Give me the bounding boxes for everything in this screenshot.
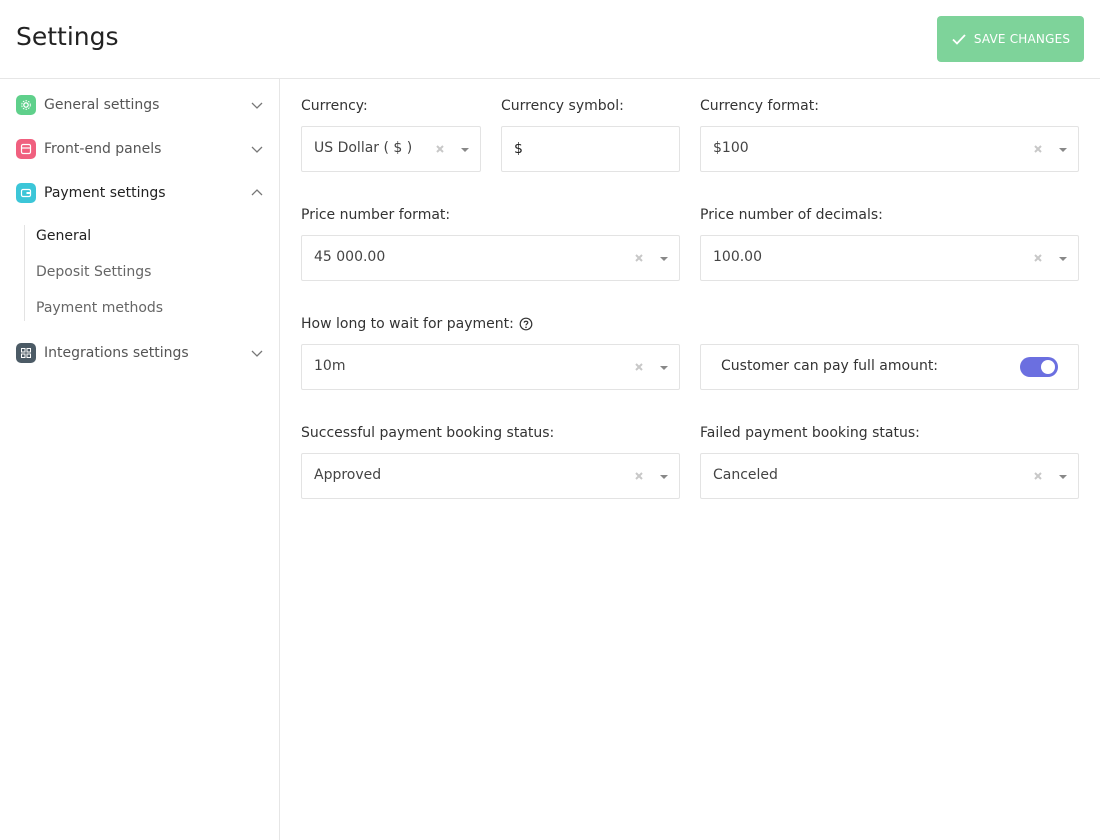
success-status-label: Successful payment booking status: [301, 425, 555, 441]
price-decimals-label: Price number of decimals: [700, 207, 883, 223]
caret-down-icon [461, 148, 469, 152]
success-status-value: Approved [314, 467, 382, 483]
clear-icon[interactable] [1032, 143, 1044, 155]
currency-select[interactable]: US Dollar ( $ ) [301, 126, 481, 172]
clear-icon[interactable] [1032, 252, 1044, 264]
sidebar-item-payment-settings[interactable]: Payment settings [16, 181, 264, 205]
check-icon [952, 34, 966, 45]
toggle-knob [1041, 360, 1055, 374]
chevron-down-icon [251, 102, 263, 109]
price-number-format-select[interactable]: 45 000.00 [301, 235, 680, 281]
currency-format-select[interactable]: $100 [700, 126, 1079, 172]
price-number-format-value: 45 000.00 [314, 249, 386, 265]
header: Settings SAVE CHANGES [0, 0, 1100, 79]
sidebar-item-label: Payment settings [44, 185, 166, 201]
caret-down-icon [1059, 257, 1067, 261]
currency-format-label: Currency format: [700, 98, 819, 114]
chevron-down-icon [251, 146, 263, 153]
caret-down-icon [660, 366, 668, 370]
sidebar-item-front-end-panels[interactable]: Front-end panels [16, 137, 264, 161]
price-number-format-label: Price number format: [301, 207, 451, 223]
save-changes-label: SAVE CHANGES [973, 32, 1071, 46]
success-status-select[interactable]: Approved [301, 453, 680, 499]
sidebar-item-integrations-settings[interactable]: Integrations settings [16, 341, 264, 365]
sidebar-item-label: Integrations settings [44, 345, 189, 361]
caret-down-icon [660, 257, 668, 261]
price-decimals-select[interactable]: 100.00 [700, 235, 1079, 281]
sidebar-item-label: Front-end panels [44, 141, 162, 157]
sidebar-item-general-settings[interactable]: General settings [16, 93, 264, 117]
caret-down-icon [1059, 148, 1067, 152]
full-amount-toggle[interactable] [1020, 357, 1058, 377]
clear-icon[interactable] [633, 252, 645, 264]
currency-value: US Dollar ( $ ) [314, 140, 413, 156]
submenu-item-payment-methods[interactable]: Payment methods [36, 300, 163, 316]
caret-down-icon [1059, 475, 1067, 479]
failed-status-label: Failed payment booking status: [700, 425, 920, 441]
gear-icon [16, 95, 36, 115]
currency-symbol-label: Currency symbol: [501, 98, 624, 114]
currency-label: Currency: [301, 98, 368, 114]
chevron-up-icon [251, 189, 263, 196]
wait-payment-value: 10m [314, 358, 346, 374]
panel-icon [16, 139, 36, 159]
submenu-item-deposit-settings[interactable]: Deposit Settings [36, 264, 151, 280]
save-changes-button[interactable]: SAVE CHANGES [937, 16, 1084, 62]
wait-payment-label-row: How long to wait for payment: [301, 316, 533, 332]
submenu-divider [24, 225, 25, 321]
grid-icon [16, 343, 36, 363]
wallet-icon [16, 183, 36, 203]
clear-icon[interactable] [1032, 470, 1044, 482]
clear-icon[interactable] [633, 361, 645, 373]
sidebar-item-label: General settings [44, 97, 160, 113]
full-amount-label: Customer can pay full amount: [721, 358, 939, 374]
currency-format-value: $100 [713, 140, 749, 156]
caret-down-icon [660, 475, 668, 479]
submenu-item-general[interactable]: General [36, 228, 91, 244]
wait-payment-select[interactable]: 10m [301, 344, 680, 390]
sidebar: General settings Front-end panels Paymen… [0, 79, 280, 840]
chevron-down-icon [251, 350, 263, 357]
failed-status-select[interactable]: Canceled [700, 453, 1079, 499]
clear-icon[interactable] [434, 143, 446, 155]
wait-payment-label: How long to wait for payment: [301, 316, 514, 332]
full-amount-setting: Customer can pay full amount: [700, 344, 1079, 390]
clear-icon[interactable] [633, 470, 645, 482]
failed-status-value: Canceled [713, 467, 778, 483]
price-decimals-value: 100.00 [713, 249, 762, 265]
currency-symbol-input[interactable] [501, 126, 680, 172]
page-title: Settings [16, 22, 119, 51]
help-icon[interactable] [519, 317, 533, 331]
